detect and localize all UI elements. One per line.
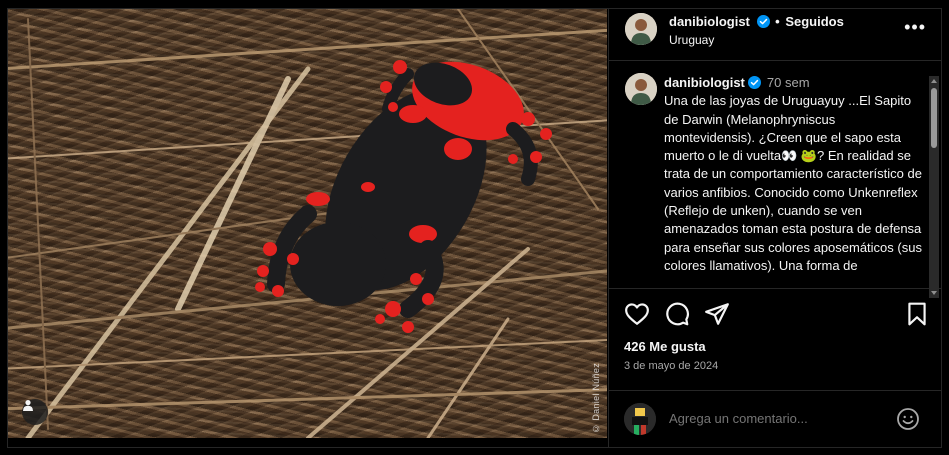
caption-area: danibiologist 70 sem Una de las joyas de … [609, 62, 942, 289]
avatar-image [625, 13, 657, 45]
user-icon [23, 400, 33, 411]
post-photo[interactable]: © Daniel Núñez [8, 9, 607, 438]
follow-button[interactable]: Seguidos [785, 14, 844, 29]
smiley-icon[interactable] [896, 407, 920, 431]
likes-count[interactable]: 426 Me gusta [624, 339, 706, 354]
more-horizontal-icon[interactable]: ••• [904, 18, 926, 36]
post-side-panel: danibiologist • Seguidos Uruguay ••• dan… [608, 9, 942, 447]
caption-username[interactable]: danibiologist [664, 75, 745, 90]
caption-text-block: danibiologist 70 sem Una de las joyas de … [664, 74, 922, 275]
photo-credit: © Daniel Núñez [591, 363, 601, 434]
author-avatar[interactable] [625, 13, 657, 45]
comment-bar [609, 390, 942, 447]
post-header: danibiologist • Seguidos Uruguay ••• [609, 9, 942, 61]
post-modal: © Daniel Núñez danibiologist • Seguidos … [0, 0, 949, 455]
caption-time: 70 sem [766, 75, 810, 90]
action-bar [609, 301, 942, 329]
paper-plane-icon[interactable] [704, 301, 730, 327]
verified-badge-icon [756, 15, 770, 28]
verified-badge-icon [747, 76, 761, 89]
post-date[interactable]: 3 de mayo de 2024 [624, 360, 718, 372]
scroll-down-arrow-icon[interactable] [931, 291, 937, 295]
caption-scrollbar[interactable] [929, 76, 939, 298]
bookmark-icon[interactable] [904, 301, 930, 327]
tagged-users-button[interactable] [22, 399, 48, 425]
comment-input[interactable] [669, 411, 879, 426]
frog-illustration [8, 9, 607, 438]
comment-icon[interactable] [664, 301, 690, 327]
avatar-image [624, 403, 656, 435]
scroll-up-arrow-icon[interactable] [931, 79, 937, 83]
author-username[interactable]: danibiologist [669, 14, 750, 29]
separator-dot: • [775, 14, 780, 29]
heart-icon[interactable] [624, 301, 650, 327]
post-location[interactable]: Uruguay [669, 33, 714, 47]
header-row: danibiologist • Seguidos [669, 14, 844, 29]
caption-body: Una de las joyas de Uruguayuy ...El Sapi… [664, 93, 922, 273]
scrollbar-thumb[interactable] [931, 88, 937, 148]
viewer-avatar [624, 403, 656, 435]
avatar-image [625, 73, 657, 105]
caption-avatar[interactable] [625, 73, 657, 105]
